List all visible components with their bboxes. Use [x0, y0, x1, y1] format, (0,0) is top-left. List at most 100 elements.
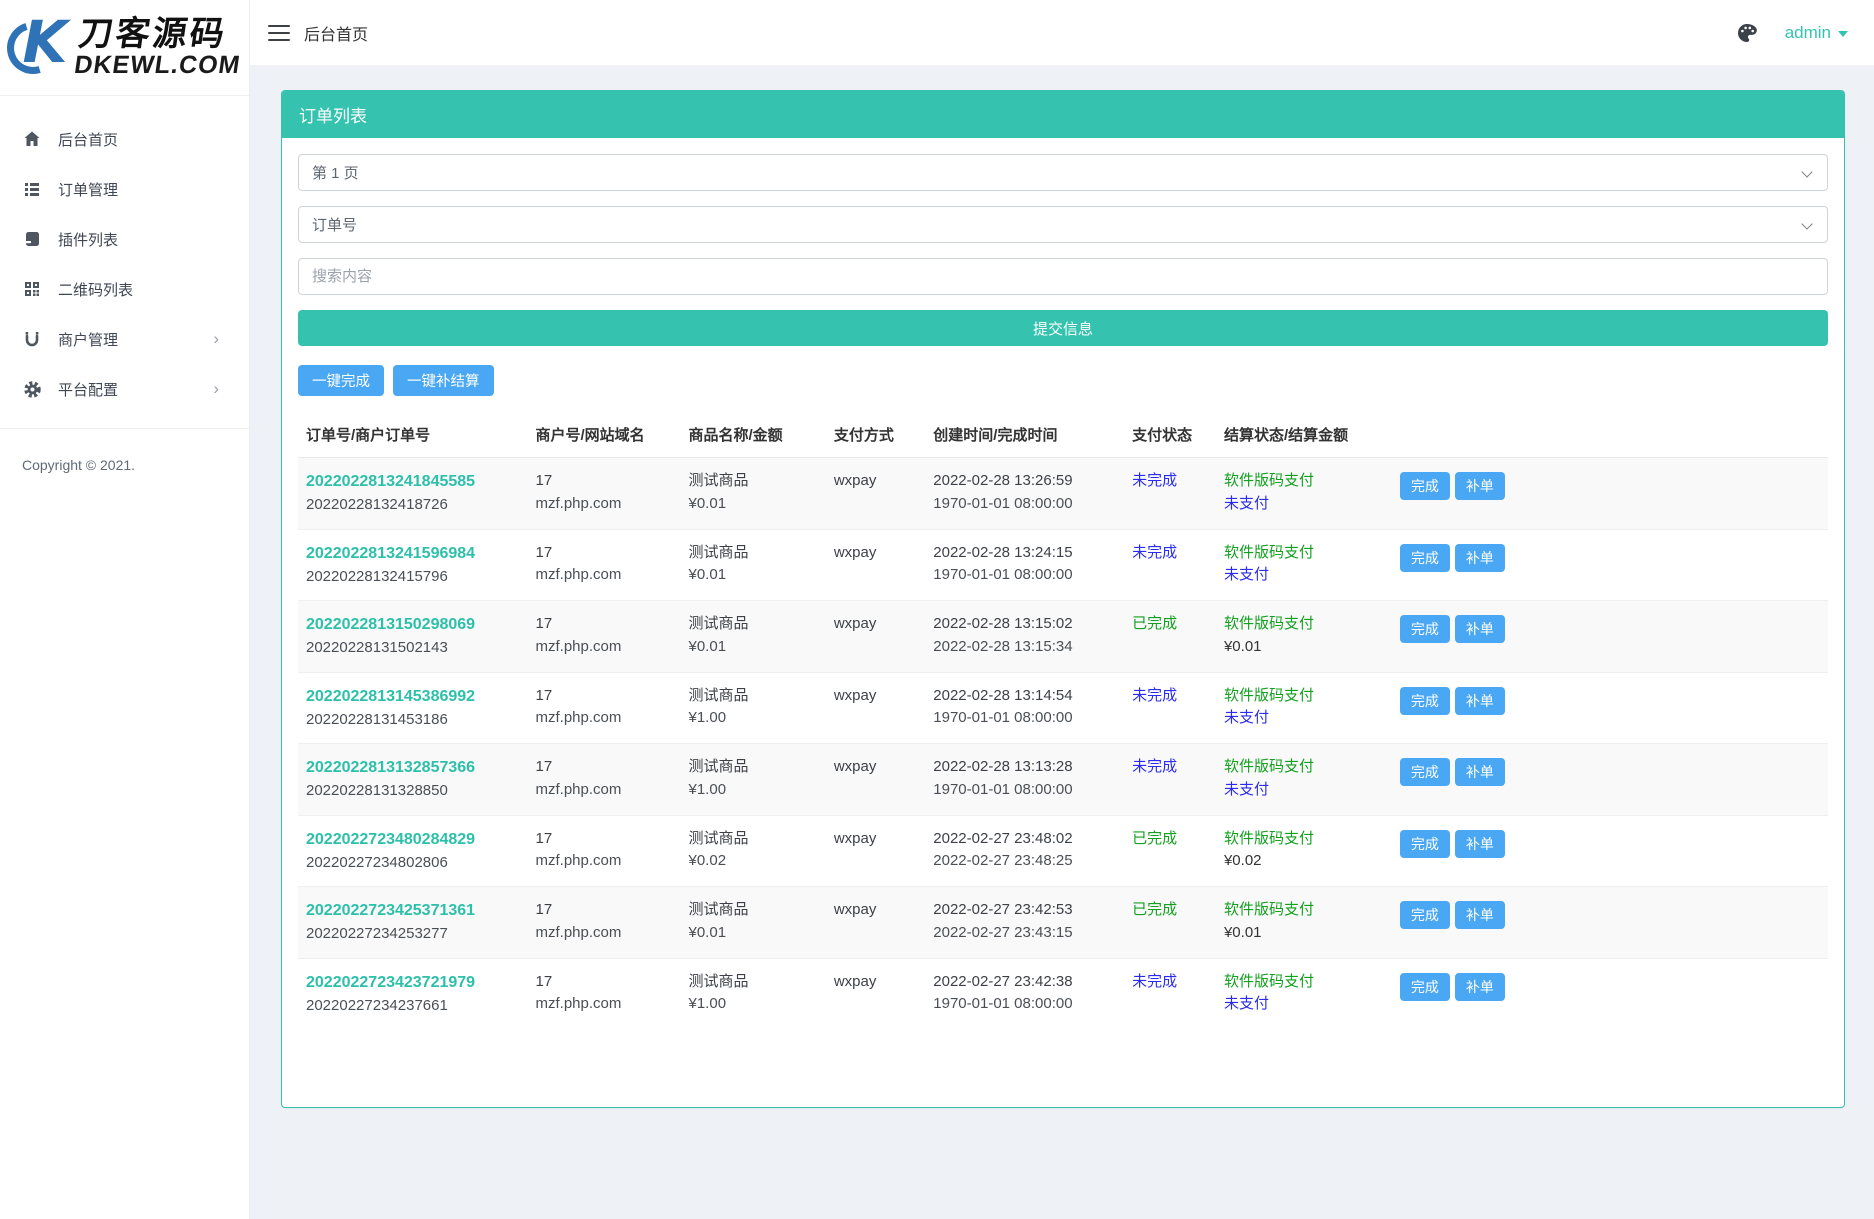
merchant-cell: 17mzf.php.com: [528, 601, 681, 673]
sidebar-item-home[interactable]: 后台首页: [0, 114, 249, 164]
sidebar-item-plugins[interactable]: 插件列表: [0, 214, 249, 264]
supplement-button[interactable]: 补单: [1455, 472, 1505, 500]
search-field-select[interactable]: 订单号: [298, 206, 1828, 243]
merchant-id: 17: [536, 971, 673, 994]
order-number-link[interactable]: 2022022723480284829: [306, 828, 475, 852]
merchant-domain: mzf.php.com: [536, 564, 673, 587]
plugins-icon: [22, 229, 42, 249]
pay-status-cell: 未完成: [1124, 672, 1216, 744]
sidebar-item-qrcode[interactable]: 二维码列表: [0, 264, 249, 314]
pay-status-cell: 已完成: [1124, 601, 1216, 673]
order-row: 20220228131328573662022022813132885017mz…: [298, 744, 1828, 816]
product-amount: ¥1.00: [689, 993, 818, 1016]
finished-time: 1970-01-01 08:00:00: [933, 564, 1116, 587]
complete-button[interactable]: 完成: [1400, 544, 1450, 572]
merchant-cell: 17mzf.php.com: [528, 529, 681, 601]
user-menu[interactable]: admin: [1785, 23, 1848, 43]
card-title: 订单列表: [282, 91, 1844, 138]
product-amount: ¥1.00: [689, 707, 818, 730]
order-number-cell: 202202281324159698420220228132415796: [298, 529, 528, 601]
settle-method: 软件版码支付: [1224, 828, 1384, 851]
supplement-button[interactable]: 补单: [1455, 901, 1505, 929]
product-amount: ¥1.00: [689, 779, 818, 802]
column-header: 订单号/商户订单号: [298, 412, 528, 458]
row-action-buttons: 完成补单: [1400, 830, 1820, 858]
orders-table-body: 20220228132418455852022022813241872617mz…: [298, 458, 1828, 1030]
complete-button[interactable]: 完成: [1400, 472, 1450, 500]
pay-status-badge: 未完成: [1132, 544, 1177, 561]
pay-status-badge: 已完成: [1132, 901, 1177, 918]
settle-cell: 软件版码支付未支付: [1216, 744, 1392, 816]
merchant-id: 17: [536, 756, 673, 779]
order-number-link[interactable]: 2022022813241596984: [306, 542, 475, 566]
product-cell: 测试商品¥0.01: [681, 529, 826, 601]
order-number-link[interactable]: 2022022813241845585: [306, 470, 475, 494]
brand-name-en: DKEWL.COM: [72, 53, 241, 78]
complete-button[interactable]: 完成: [1400, 687, 1450, 715]
order-row: 20220228132418455852022022813241872617mz…: [298, 458, 1828, 530]
order-number-link[interactable]: 2022022813132857366: [306, 756, 475, 780]
pay-method-cell: wxpay: [826, 744, 925, 816]
row-action-buttons: 完成补单: [1400, 472, 1820, 500]
complete-button[interactable]: 完成: [1400, 615, 1450, 643]
settle-cell: 软件版码支付未支付: [1216, 529, 1392, 601]
search-input[interactable]: [298, 258, 1828, 295]
complete-all-button[interactable]: 一键完成: [298, 365, 384, 396]
copyright-text: Copyright © 2021.: [0, 429, 249, 501]
merchant-order-number: 20220228132418726: [306, 494, 520, 517]
pay-method-cell: wxpay: [826, 815, 925, 887]
complete-button[interactable]: 完成: [1400, 758, 1450, 786]
merchant-cell: 17mzf.php.com: [528, 958, 681, 1029]
supplement-button[interactable]: 补单: [1455, 830, 1505, 858]
sidebar-item-orders[interactable]: 订单管理: [0, 164, 249, 214]
complete-button[interactable]: 完成: [1400, 973, 1450, 1001]
product-amount: ¥0.01: [689, 922, 818, 945]
order-number-link[interactable]: 2022022813145386992: [306, 685, 475, 709]
merchant-id: 17: [536, 542, 673, 565]
pay-method-cell: wxpay: [826, 601, 925, 673]
theme-palette-icon[interactable]: [1735, 21, 1759, 45]
page-title: 后台首页: [304, 21, 368, 45]
order-number-link[interactable]: 2022022723425371361: [306, 899, 475, 923]
hamburger-menu-icon[interactable]: [268, 25, 290, 41]
pay-method-cell: wxpay: [826, 672, 925, 744]
supplement-button[interactable]: 补单: [1455, 544, 1505, 572]
supplement-button[interactable]: 补单: [1455, 758, 1505, 786]
product-cell: 测试商品¥0.01: [681, 887, 826, 959]
product-amount: ¥0.01: [689, 564, 818, 587]
settle-method: 软件版码支付: [1224, 756, 1384, 779]
pay-method-cell: wxpay: [826, 529, 925, 601]
submit-button[interactable]: 提交信息: [298, 310, 1828, 346]
supplement-button[interactable]: 补单: [1455, 973, 1505, 1001]
settle-method: 软件版码支付: [1224, 470, 1384, 493]
row-action-buttons: 完成补单: [1400, 901, 1820, 929]
time-cell: 2022-02-27 23:48:022022-02-27 23:48:25: [925, 815, 1124, 887]
merchant-domain: mzf.php.com: [536, 493, 673, 516]
sidebar-item-platform-config[interactable]: 平台配置 ›: [0, 364, 249, 414]
complete-button[interactable]: 完成: [1400, 830, 1450, 858]
content-area: 订单列表 第 1 页 订单号 提交信息 一键完成 一键补结算 订单号/: [250, 66, 1874, 1219]
settle-amount: ¥0.02: [1224, 850, 1384, 873]
pay-status-badge: 未完成: [1132, 687, 1177, 704]
row-action-buttons: 完成补单: [1400, 687, 1820, 715]
resettle-all-button[interactable]: 一键补结算: [393, 365, 494, 396]
supplement-button[interactable]: 补单: [1455, 687, 1505, 715]
product-cell: 测试商品¥0.01: [681, 458, 826, 530]
page-select[interactable]: 第 1 页: [298, 154, 1828, 191]
merchant-id: 17: [536, 613, 673, 636]
actions-cell: 完成补单: [1392, 458, 1828, 530]
complete-button[interactable]: 完成: [1400, 901, 1450, 929]
sidebar-item-merchants[interactable]: 商户管理 ›: [0, 314, 249, 364]
chevron-right-icon: ›: [213, 329, 219, 349]
brand-name-cn: 刀客源码: [76, 17, 247, 51]
finished-time: 2022-02-28 13:15:34: [933, 636, 1116, 659]
order-list-card: 订单列表 第 1 页 订单号 提交信息 一键完成 一键补结算 订单号/: [281, 90, 1845, 1108]
finished-time: 1970-01-01 08:00:00: [933, 493, 1116, 516]
time-cell: 2022-02-27 23:42:381970-01-01 08:00:00: [925, 958, 1124, 1029]
order-number-link[interactable]: 2022022813150298069: [306, 613, 475, 637]
supplement-button[interactable]: 补单: [1455, 615, 1505, 643]
settle-cell: 软件版码支付未支付: [1216, 958, 1392, 1029]
merchant-order-number: 20220227234237661: [306, 995, 520, 1018]
order-number-link[interactable]: 2022022723423721979: [306, 971, 475, 995]
created-time: 2022-02-28 13:24:15: [933, 542, 1116, 565]
